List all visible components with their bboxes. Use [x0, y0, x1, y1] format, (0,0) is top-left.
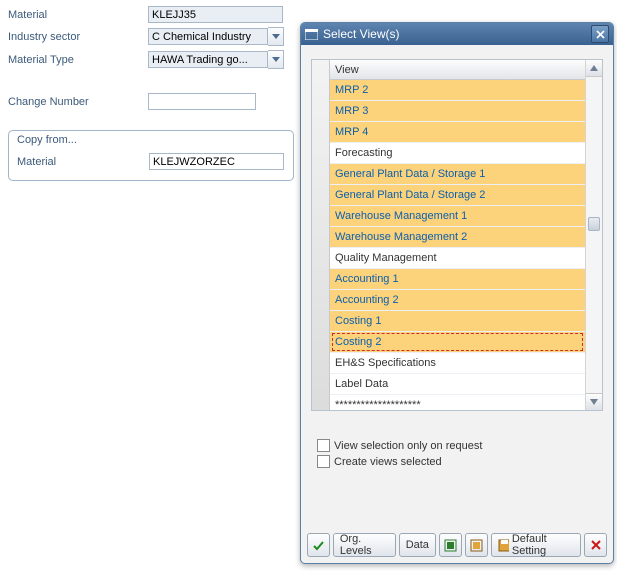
change-number-input[interactable]	[148, 93, 256, 110]
list-item[interactable]: Forecasting	[330, 143, 585, 164]
org-levels-button[interactable]: Org. Levels	[333, 533, 396, 557]
list-item[interactable]: Accounting 2	[330, 290, 585, 311]
copy-from-title: Copy from...	[17, 134, 77, 146]
create-views-selected-checkbox[interactable]	[317, 455, 330, 468]
list-item[interactable]: General Plant Data / Storage 1	[330, 164, 585, 185]
chevron-down-icon	[272, 34, 280, 39]
material-type-input[interactable]	[148, 51, 268, 68]
list-item[interactable]: Accounting 1	[330, 269, 585, 290]
dialog-title: Select View(s)	[323, 27, 399, 41]
view-selection-on-request-label: View selection only on request	[334, 440, 482, 452]
list-item[interactable]: Warehouse Management 1	[330, 206, 585, 227]
list-item[interactable]: General Plant Data / Storage 2	[330, 185, 585, 206]
deselect-all-button[interactable]	[465, 533, 488, 557]
select-all-icon	[444, 539, 457, 552]
change-number-label: Change Number	[8, 96, 148, 108]
dialog-window-icon	[305, 29, 318, 40]
select-views-dialog: Select View(s) View MRP 2MRP 3MRP 4Forec…	[300, 22, 614, 564]
select-all-button[interactable]	[439, 533, 462, 557]
material-type-label: Material Type	[8, 54, 148, 66]
chevron-down-icon	[590, 399, 598, 405]
list-item[interactable]: Quality Management	[330, 248, 585, 269]
industry-sector-dropdown-button[interactable]	[268, 27, 284, 46]
list-row-selector-column[interactable]	[312, 60, 330, 410]
confirm-button[interactable]	[307, 533, 330, 557]
material-input[interactable]	[148, 6, 283, 23]
industry-sector-label: Industry sector	[8, 31, 148, 43]
list-item[interactable]: MRP 3	[330, 101, 585, 122]
data-button[interactable]: Data	[399, 533, 436, 557]
list-item[interactable]: ********************	[330, 395, 585, 410]
copy-from-material-input[interactable]	[149, 153, 284, 170]
cancel-button[interactable]	[584, 533, 607, 557]
close-icon	[596, 30, 605, 39]
list-vertical-scrollbar[interactable]	[585, 60, 602, 410]
list-item[interactable]: Costing 2	[330, 332, 585, 353]
list-item[interactable]: MRP 2	[330, 80, 585, 101]
deselect-all-icon	[470, 539, 483, 552]
list-item[interactable]: EH&S Specifications	[330, 353, 585, 374]
material-type-dropdown-button[interactable]	[268, 50, 284, 69]
save-icon	[498, 539, 509, 552]
create-views-selected-label: Create views selected	[334, 456, 442, 468]
view-selection-on-request-checkbox[interactable]	[317, 439, 330, 452]
industry-sector-input[interactable]	[148, 28, 268, 45]
list-header-view[interactable]: View	[330, 60, 585, 80]
copy-from-material-label: Material	[17, 156, 149, 168]
check-icon	[312, 539, 325, 552]
chevron-down-icon	[272, 57, 280, 62]
list-item[interactable]: MRP 4	[330, 122, 585, 143]
copy-from-group: Copy from... Material	[8, 130, 294, 181]
chevron-up-icon	[590, 65, 598, 71]
material-label: Material	[8, 9, 148, 21]
views-list: View MRP 2MRP 3MRP 4ForecastingGeneral P…	[311, 59, 603, 411]
list-item[interactable]: Label Data	[330, 374, 585, 395]
cancel-icon	[590, 539, 602, 551]
default-setting-button[interactable]: Default Setting	[491, 533, 582, 557]
list-item[interactable]: Warehouse Management 2	[330, 227, 585, 248]
list-item[interactable]: Costing 1	[330, 311, 585, 332]
dialog-close-button[interactable]	[591, 25, 609, 43]
